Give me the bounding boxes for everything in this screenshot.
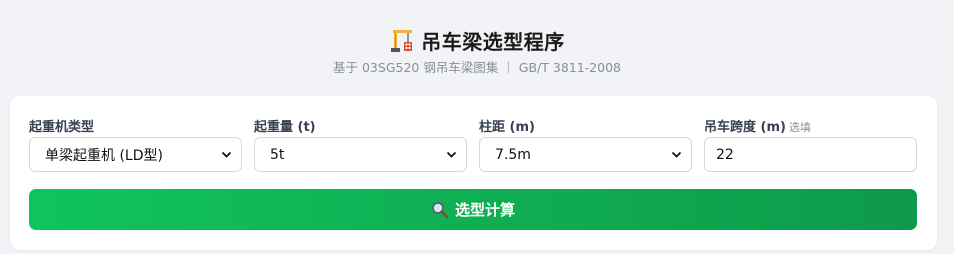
page-subtitle: 基于 03SG520 钢吊车梁图集 ｜ GB/T 3811-2008	[333, 60, 621, 75]
page-header: 吊车梁选型程序 基于 03SG520 钢吊车梁图集 ｜ GB/T 3811-20…	[0, 0, 954, 96]
span-label: 吊车跨度 (m) 选填	[704, 116, 917, 135]
capacity-label: 起重量 (t)	[254, 120, 316, 135]
crane-type-label: 起重机类型	[29, 120, 95, 135]
calculate-button[interactable]: 选型计算	[29, 189, 917, 230]
page-title: 吊车梁选型程序	[421, 30, 565, 54]
column-spacing-select[interactable]: 7.5m	[479, 137, 692, 172]
column-spacing-label: 柱距 (m)	[479, 120, 535, 135]
chevron-down-icon	[671, 151, 682, 158]
calculate-button-label: 选型计算	[454, 201, 515, 219]
span-label-text: 吊车跨度 (m)	[704, 120, 786, 135]
column-spacing-value: 7.5m	[495, 146, 531, 163]
capacity-value: 5t	[270, 146, 285, 163]
crane-type-value: 单梁起重机 (LD型)	[45, 147, 163, 164]
span-field: 吊车跨度 (m) 选填 22	[704, 116, 917, 172]
crane-type-field: 起重机类型 单梁起重机 (LD型)	[29, 116, 242, 172]
capacity-select[interactable]: 5t	[254, 137, 467, 172]
form-card: 起重机类型 单梁起重机 (LD型) 起重量 (t) 5t 柱距 (m) 7.5m…	[10, 96, 937, 250]
title-row: 吊车梁选型程序	[0, 26, 954, 55]
span-value: 22	[716, 146, 734, 163]
magnifier-icon	[432, 201, 449, 218]
chevron-down-icon	[446, 151, 457, 158]
chevron-down-icon	[221, 151, 232, 158]
span-input[interactable]: 22	[704, 137, 917, 172]
capacity-field: 起重量 (t) 5t	[254, 116, 467, 172]
construction-crane-icon	[391, 29, 413, 52]
span-optional-hint: 选填	[788, 121, 811, 134]
column-spacing-field: 柱距 (m) 7.5m	[479, 116, 692, 172]
crane-type-select[interactable]: 单梁起重机 (LD型)	[29, 137, 242, 172]
